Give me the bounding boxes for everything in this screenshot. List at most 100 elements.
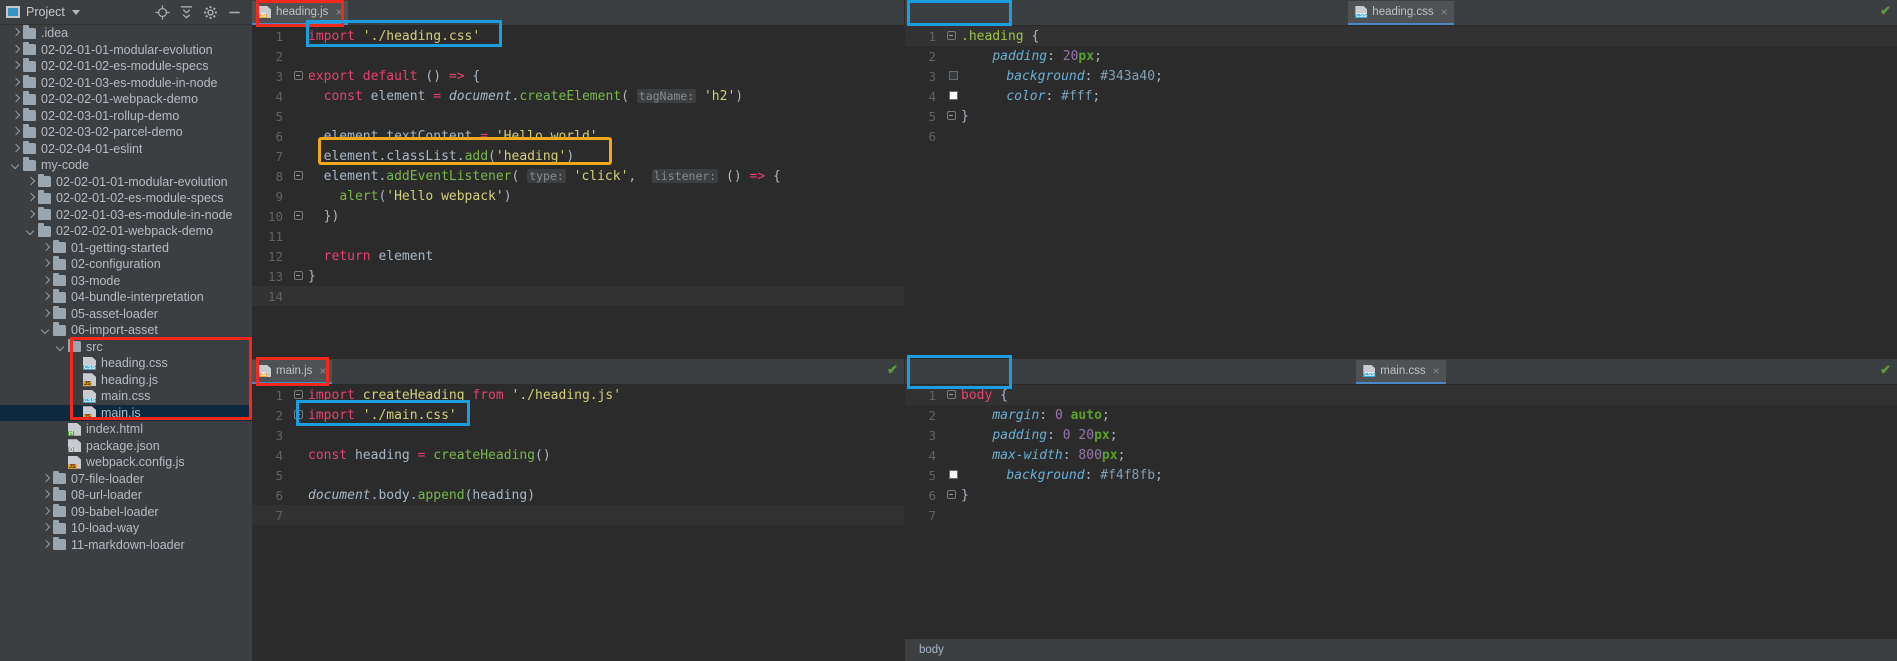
- fold-collapse-icon[interactable]: [293, 211, 303, 220]
- chevron-right-icon[interactable]: [10, 77, 21, 88]
- chevron-right-icon[interactable]: [40, 490, 51, 501]
- code-text[interactable]: }: [959, 488, 969, 503]
- tree-folder-row[interactable]: 02-02-01-03-es-module-in-node: [0, 206, 252, 224]
- fold-collapse-icon[interactable]: [946, 390, 956, 399]
- code-line[interactable]: 11: [252, 226, 904, 246]
- fold-gutter[interactable]: [943, 489, 959, 501]
- chevron-right-icon[interactable]: [40, 539, 51, 550]
- fold-gutter[interactable]: [943, 30, 959, 42]
- tree-folder-row[interactable]: 01-getting-started: [0, 239, 252, 257]
- css-color-swatch[interactable]: [949, 71, 958, 80]
- code-text[interactable]: margin: 0 auto;: [959, 408, 1109, 423]
- close-icon[interactable]: ×: [319, 364, 326, 378]
- fold-collapse-icon[interactable]: [293, 271, 303, 280]
- code-text[interactable]: padding: 20px;: [959, 49, 1102, 64]
- fold-collapse-icon[interactable]: [293, 410, 303, 419]
- code-line[interactable]: 6 document.body.append(heading): [252, 485, 904, 505]
- fold-gutter[interactable]: [290, 70, 306, 82]
- fold-gutter[interactable]: [943, 110, 959, 122]
- code-line[interactable]: 9 alert('Hello webpack'): [252, 186, 904, 206]
- chevron-right-icon[interactable]: [10, 110, 21, 121]
- code-line[interactable]: 4 max-width: 800px;: [905, 445, 1897, 465]
- code-line[interactable]: 1 import './heading.css': [252, 26, 904, 46]
- chevron-right-icon[interactable]: [40, 523, 51, 534]
- code-text[interactable]: document.body.append(heading): [306, 488, 535, 503]
- fold-collapse-icon[interactable]: [946, 490, 956, 499]
- chevron-down-icon[interactable]: [71, 9, 80, 15]
- code-line[interactable]: 2 padding: 20px;: [905, 46, 1897, 66]
- code-line[interactable]: 5: [252, 106, 904, 126]
- tree-folder-row[interactable]: 03-mode: [0, 272, 252, 290]
- code-line[interactable]: 1 .heading {: [905, 26, 1897, 46]
- chevron-right-icon[interactable]: [40, 308, 51, 319]
- code-editor-main-css[interactable]: 1 body {2 margin: 0 auto; 3 padding: 0 20p…: [905, 385, 1897, 661]
- tree-folder-row[interactable]: .idea: [0, 25, 252, 42]
- code-line[interactable]: 7: [905, 505, 1897, 525]
- code-line[interactable]: 3 padding: 0 20px;: [905, 425, 1897, 445]
- fold-collapse-icon[interactable]: [293, 171, 303, 180]
- chevron-right-icon[interactable]: [40, 473, 51, 484]
- collapse-all-icon[interactable]: [177, 3, 195, 21]
- chevron-down-icon[interactable]: [55, 341, 66, 352]
- code-line[interactable]: 5: [252, 465, 904, 485]
- code-text[interactable]: .heading {: [959, 29, 1039, 44]
- code-text[interactable]: const element = document.createElement( …: [306, 88, 743, 104]
- tab-main-js[interactable]: JS main.js ×: [252, 360, 333, 384]
- tree-folder-row[interactable]: 09-babel-loader: [0, 503, 252, 521]
- code-line[interactable]: 13}: [252, 266, 904, 286]
- tree-folder-row[interactable]: 02-configuration: [0, 256, 252, 273]
- tree-file-row[interactable]: JS main.js: [0, 404, 252, 421]
- code-text[interactable]: export default () => {: [306, 69, 480, 84]
- tree-folder-row[interactable]: 05-asset-loader: [0, 305, 252, 323]
- code-text[interactable]: import createHeading from './heading.js': [306, 388, 621, 403]
- tree-folder-row[interactable]: 10-load-way: [0, 520, 252, 537]
- code-line[interactable]: 3 export default () => {: [252, 66, 904, 86]
- fold-gutter[interactable]: [290, 409, 306, 421]
- code-line[interactable]: 7: [252, 505, 904, 525]
- code-text[interactable]: element.addEventListener( type: 'click',…: [306, 168, 781, 184]
- code-line[interactable]: 2 import './main.css': [252, 405, 904, 425]
- close-icon[interactable]: ×: [1433, 364, 1440, 378]
- code-editor-main-js[interactable]: 1 import createHeading from './heading.js…: [252, 385, 904, 661]
- chevron-down-icon[interactable]: [10, 160, 21, 171]
- fold-collapse-icon[interactable]: [293, 71, 303, 80]
- tree-folder-row[interactable]: 02-02-03-02-parcel-demo: [0, 124, 252, 141]
- tree-file-row[interactable]: {} package.json: [0, 438, 252, 455]
- tree-folder-row[interactable]: 02-02-01-02-es-module-specs: [0, 190, 252, 207]
- code-text[interactable]: background: #343a40;: [973, 69, 1163, 84]
- chevron-right-icon[interactable]: [40, 275, 51, 286]
- code-text[interactable]: return element: [306, 249, 434, 264]
- close-icon[interactable]: ×: [335, 5, 342, 19]
- code-text[interactable]: body {: [959, 388, 1008, 403]
- fold-gutter[interactable]: [290, 210, 306, 222]
- code-text[interactable]: import './main.css': [306, 408, 457, 423]
- chevron-right-icon[interactable]: [10, 28, 21, 39]
- chevron-right-icon[interactable]: [40, 292, 51, 303]
- tree-folder-row[interactable]: 08-url-loader: [0, 487, 252, 504]
- tree-folder-row[interactable]: 04-bundle-interpretation: [0, 289, 252, 306]
- fold-gutter[interactable]: [943, 389, 959, 401]
- code-text[interactable]: const heading = createHeading(): [306, 448, 551, 463]
- target-icon[interactable]: [153, 3, 171, 21]
- code-text[interactable]: background: #f4f8fb;: [973, 468, 1163, 483]
- chevron-right-icon[interactable]: [40, 506, 51, 517]
- code-line[interactable]: 1 import createHeading from './heading.js…: [252, 385, 904, 405]
- code-text[interactable]: color: #fff;: [973, 89, 1100, 104]
- code-line[interactable]: 5}: [905, 106, 1897, 126]
- code-line[interactable]: 3: [252, 425, 904, 445]
- code-line[interactable]: 5 background: #f4f8fb;: [905, 465, 1897, 485]
- tree-folder-row[interactable]: src: [0, 338, 252, 356]
- tree-folder-row[interactable]: 02-02-02-01-webpack-demo: [0, 91, 252, 108]
- code-line[interactable]: 6: [905, 126, 1897, 146]
- tree-file-row[interactable]: CSS main.css: [0, 388, 252, 405]
- code-line[interactable]: 3 background: #343a40;: [905, 66, 1897, 86]
- code-text[interactable]: element.textContent = 'Hello world': [306, 129, 598, 144]
- code-text[interactable]: max-width: 800px;: [959, 448, 1125, 463]
- tree-folder-row[interactable]: 02-02-02-01-webpack-demo: [0, 223, 252, 240]
- fold-collapse-icon[interactable]: [293, 390, 303, 399]
- code-text[interactable]: import './heading.css': [306, 29, 480, 44]
- chevron-right-icon[interactable]: [10, 44, 21, 55]
- tab-heading-css[interactable]: CSS heading.css ×: [1348, 1, 1454, 25]
- code-editor-heading-js[interactable]: 1 import './heading.css' 2 3 export default …: [252, 26, 904, 358]
- fold-gutter[interactable]: [290, 170, 306, 182]
